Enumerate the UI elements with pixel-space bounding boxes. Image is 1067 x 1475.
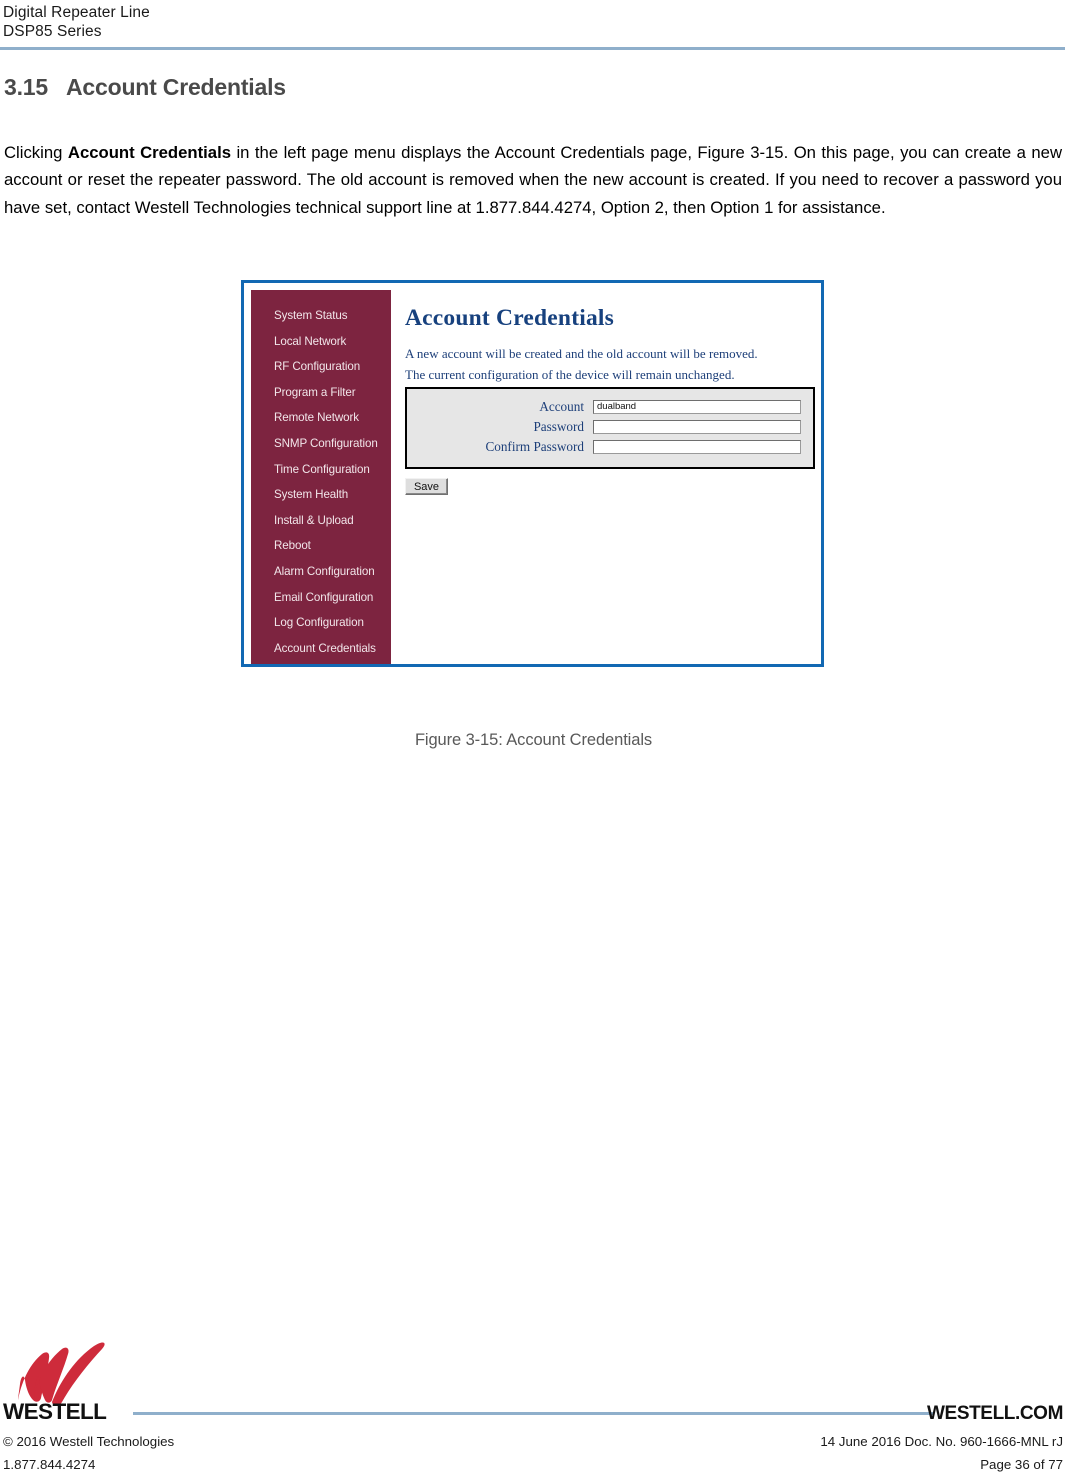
page-header: Digital Repeater Line DSP85 Series [0, 0, 1067, 50]
sidebar-item-time-configuration[interactable]: Time Configuration [274, 457, 391, 483]
ui-page-title: Account Credentials [405, 305, 614, 331]
figure-caption: Figure 3-15: Account Credentials [414, 731, 653, 749]
sidebar-item-email-configuration[interactable]: Email Configuration [274, 585, 391, 611]
body-paragraph: Clicking Account Credentials in the left… [4, 139, 1062, 222]
figure-account-credentials: System Status Local Network RF Configura… [241, 280, 824, 667]
footer-copyright: © 2016 Westell Technologies [3, 1434, 175, 1449]
section-heading: 3.15 Account Credentials [4, 74, 286, 101]
account-input[interactable]: dualband [593, 400, 801, 414]
paragraph-bold-term: Account Credentials [67, 142, 231, 162]
page-footer: R WESTELL WESTELL.COM © 2016 Westell Tec… [0, 1340, 1067, 1475]
ui-main-panel: Account Credentials A new account will b… [391, 283, 821, 664]
section-number: 3.15 [4, 74, 48, 100]
form-row-confirm-password: Confirm Password [407, 439, 813, 455]
sidebar-item-rf-configuration[interactable]: RF Configuration [274, 354, 391, 380]
westell-wordmark: WESTELL [3, 1399, 107, 1424]
sidebar-item-remote-network[interactable]: Remote Network [274, 405, 391, 431]
sidebar-item-snmp-configuration[interactable]: SNMP Configuration [274, 431, 391, 457]
footer-page-number: Page 36 of 77 [980, 1457, 1063, 1472]
save-button[interactable]: Save [405, 478, 448, 495]
confirm-password-label: Confirm Password [485, 439, 584, 454]
header-series: DSP85 Series [3, 23, 102, 40]
footer-doc-number: 14 June 2016 Doc. No. 960-1666-MNL rJ [820, 1434, 1063, 1449]
header-product-line: Digital Repeater Line [3, 4, 150, 21]
sidebar-item-account-credentials[interactable]: Account Credentials [274, 636, 391, 662]
password-input[interactable] [593, 420, 801, 434]
footer-phone: 1.877.844.4274 [3, 1457, 96, 1472]
paragraph-lead: Clicking [4, 142, 68, 162]
confirm-password-input[interactable] [593, 440, 801, 454]
sidebar-item-reboot[interactable]: Reboot [274, 533, 391, 559]
header-divider [0, 47, 1065, 50]
footer-divider [133, 1412, 933, 1415]
form-row-password: Password [407, 419, 813, 435]
westell-logo-icon: R [8, 1340, 188, 1408]
sidebar-item-local-network[interactable]: Local Network [274, 329, 391, 355]
sidebar-item-system-status[interactable]: System Status [274, 303, 391, 329]
sidebar-item-install-and-upload[interactable]: Install & Upload [274, 508, 391, 534]
ui-description-line-1: A new account will be created and the ol… [405, 346, 758, 361]
account-label: Account [539, 399, 584, 414]
sidebar-item-system-health[interactable]: System Health [274, 482, 391, 508]
password-label: Password [533, 419, 584, 434]
form-row-account: Account dualband [407, 399, 813, 415]
device-web-ui-screenshot: System Status Local Network RF Configura… [241, 280, 824, 667]
sidebar-item-alarm-configuration[interactable]: Alarm Configuration [274, 559, 391, 585]
section-title: Account Credentials [66, 74, 286, 100]
ui-description-line-2: The current configuration of the device … [405, 366, 735, 382]
sidebar-item-log-configuration[interactable]: Log Configuration [274, 610, 391, 636]
credentials-form: Account dualband Password Confirm Passwo… [405, 387, 815, 469]
ui-sidebar-nav: System Status Local Network RF Configura… [251, 290, 391, 664]
westell-website: WESTELL.COM [927, 1403, 1063, 1424]
sidebar-item-program-a-filter[interactable]: Program a Filter [274, 380, 391, 406]
